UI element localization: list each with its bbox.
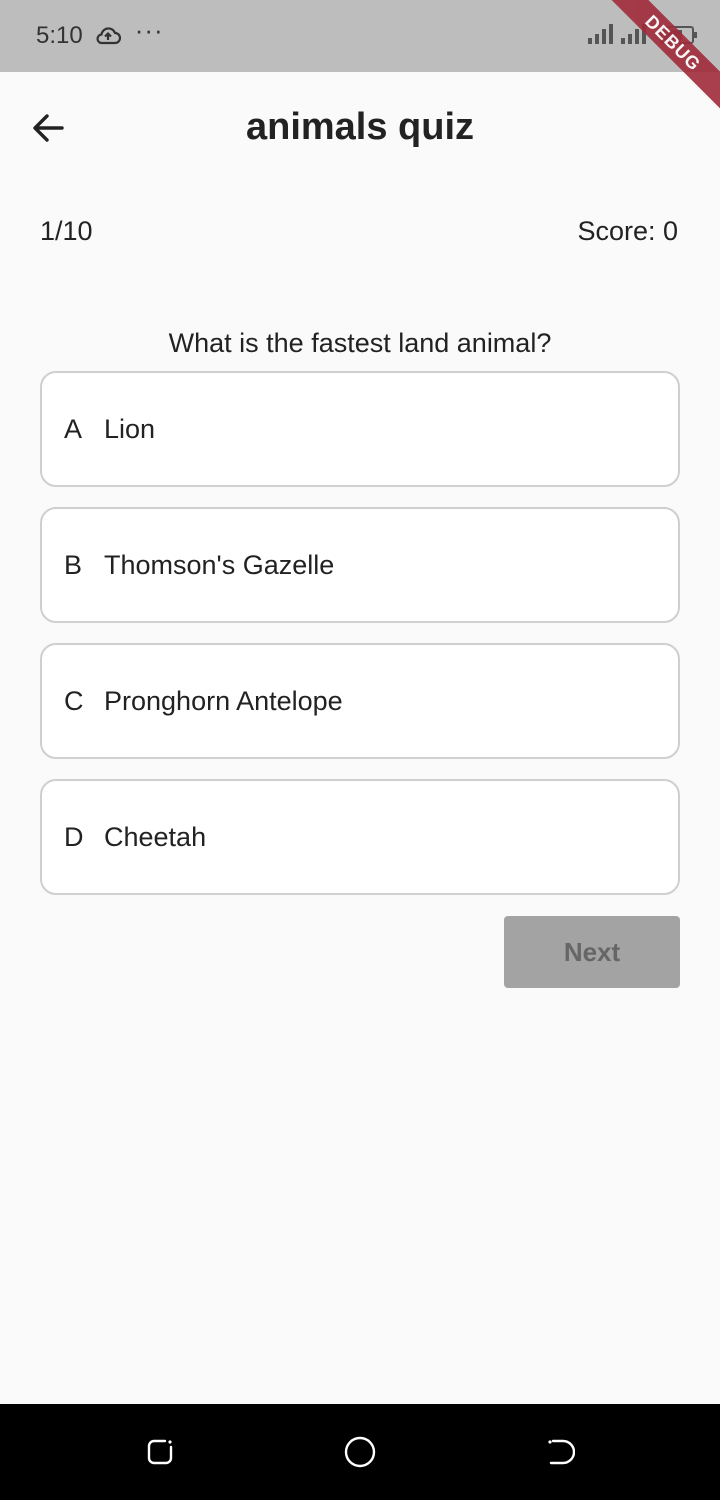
option-letter: B [64,549,83,580]
page-title: animals quiz [245,106,475,148]
question-text: What is the fastest land animal? [168,328,552,358]
status-time: 5:10 [36,22,83,49]
signal-icon [588,22,613,44]
option-text: Pronghorn Antelope [104,685,343,716]
option-letter: D [64,821,84,852]
next-button[interactable]: Next [504,916,680,988]
score-label: Score: 0 [577,216,678,246]
back-nav-icon [548,1439,575,1465]
more-notifications-icon: ··· [134,15,164,45]
question-progress: 1/10 [40,216,93,246]
option-text: Lion [104,413,156,444]
system-nav-bar [0,1404,720,1500]
option-text: Cheetah [104,821,207,852]
home-button[interactable] [342,1434,378,1470]
option-letter: A [64,413,83,444]
option-a-button[interactable]: A Lion [40,371,680,487]
option-d-button[interactable]: D Cheetah [40,779,680,895]
app-bar: animals quiz [0,72,720,184]
quiz-screen: 5:10 ··· DEBUG animals quiz 1/10 Score: … [0,0,720,1500]
recent-apps-icon [147,1439,173,1465]
option-b-button[interactable]: B Thomson's Gazelle [40,507,680,623]
option-c-button[interactable]: C Pronghorn Antelope [40,643,680,759]
option-text: Thomson's Gazelle [104,549,335,580]
status-bar: 5:10 ··· DEBUG [0,0,720,113]
back-nav-button[interactable] [542,1434,578,1470]
cloud-upload-icon [93,24,123,48]
recent-apps-button[interactable] [142,1434,178,1470]
option-letter: C [64,685,84,716]
home-icon [344,1436,376,1468]
